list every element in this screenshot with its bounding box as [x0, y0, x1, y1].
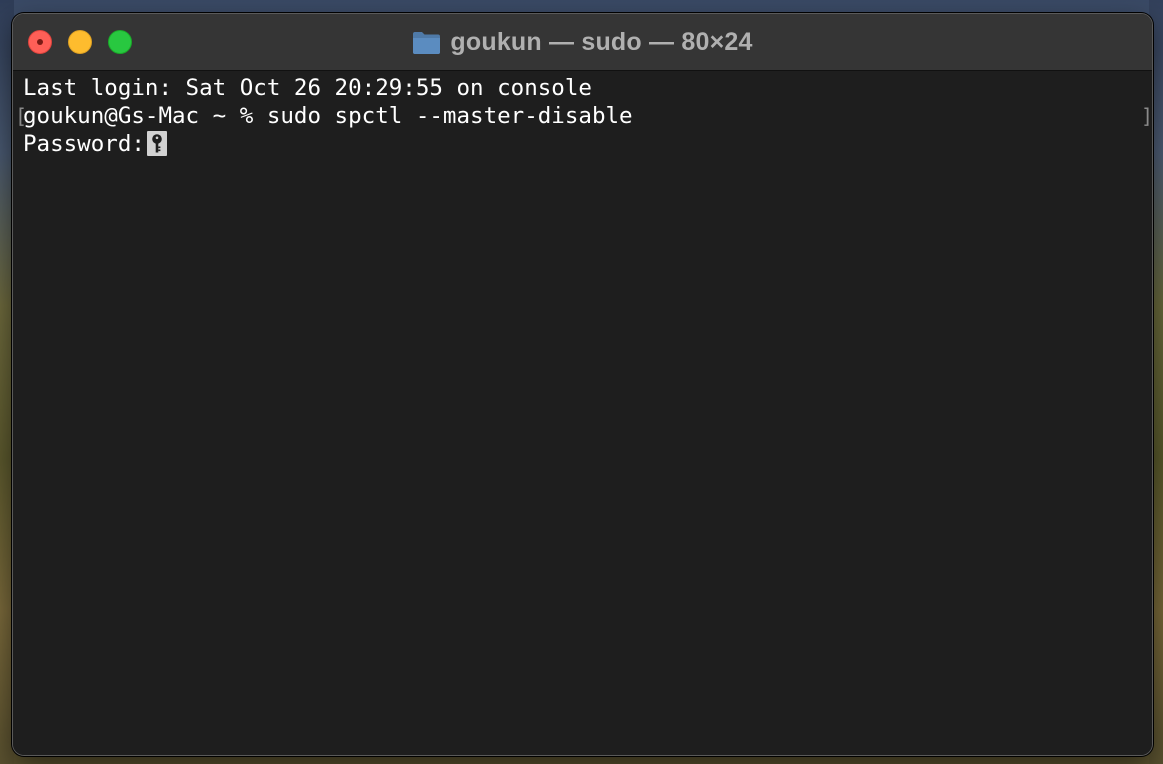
window-titlebar[interactable]: goukun — sudo — 80×24 — [13, 14, 1152, 71]
terminal-line-command: goukun@Gs-Mac ~ % sudo spctl --master-di… — [23, 103, 633, 129]
terminal-line-password: Password: — [23, 130, 167, 158]
window-title: goukun — sudo — 80×24 — [450, 27, 753, 56]
password-prompt: Password: — [23, 131, 145, 157]
mark-bracket-right: ] — [1141, 104, 1153, 128]
key-icon — [146, 131, 167, 156]
folder-icon — [413, 31, 441, 54]
terminal-line-login: Last login: Sat Oct 26 20:29:55 on conso… — [23, 75, 592, 101]
terminal-window[interactable]: goukun — sudo — 80×24 Last login: Sat Oc… — [12, 13, 1153, 756]
window-title-group: goukun — sudo — 80×24 — [13, 25, 1152, 59]
terminal-content[interactable]: Last login: Sat Oct 26 20:29:55 on conso… — [13, 71, 1152, 755]
